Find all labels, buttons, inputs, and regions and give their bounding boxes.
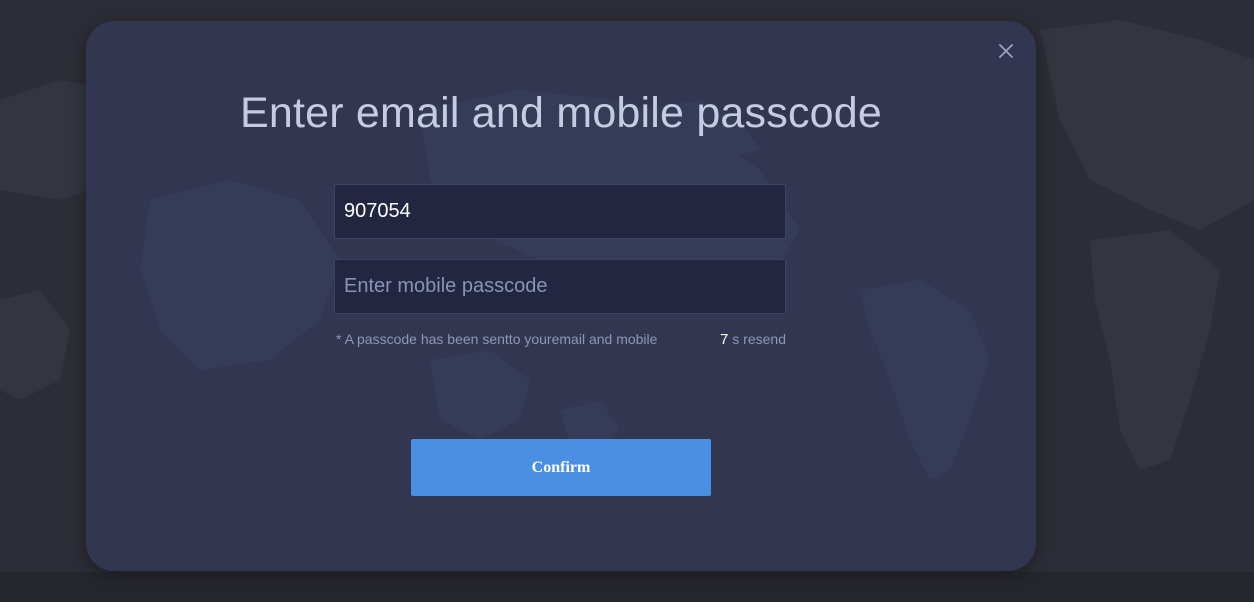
passcode-hint-row: * A passcode has been sentto youremail a… bbox=[336, 331, 788, 351]
close-icon bbox=[999, 44, 1013, 58]
confirm-button[interactable]: Confirm bbox=[411, 439, 711, 496]
countdown-seconds: 7 bbox=[719, 331, 729, 348]
resend-countdown: 7s resend bbox=[720, 331, 786, 348]
passcode-sent-hint: * A passcode has been sentto youremail a… bbox=[336, 331, 658, 347]
bottom-strip bbox=[0, 572, 1254, 602]
email-passcode-input[interactable] bbox=[334, 184, 786, 239]
close-button[interactable] bbox=[994, 39, 1018, 63]
resend-label: s resend bbox=[732, 331, 786, 347]
modal-title: Enter email and mobile passcode bbox=[239, 89, 882, 137]
mobile-passcode-input[interactable] bbox=[334, 259, 786, 314]
passcode-modal: Enter email and mobile passcode * A pass… bbox=[86, 21, 1036, 571]
